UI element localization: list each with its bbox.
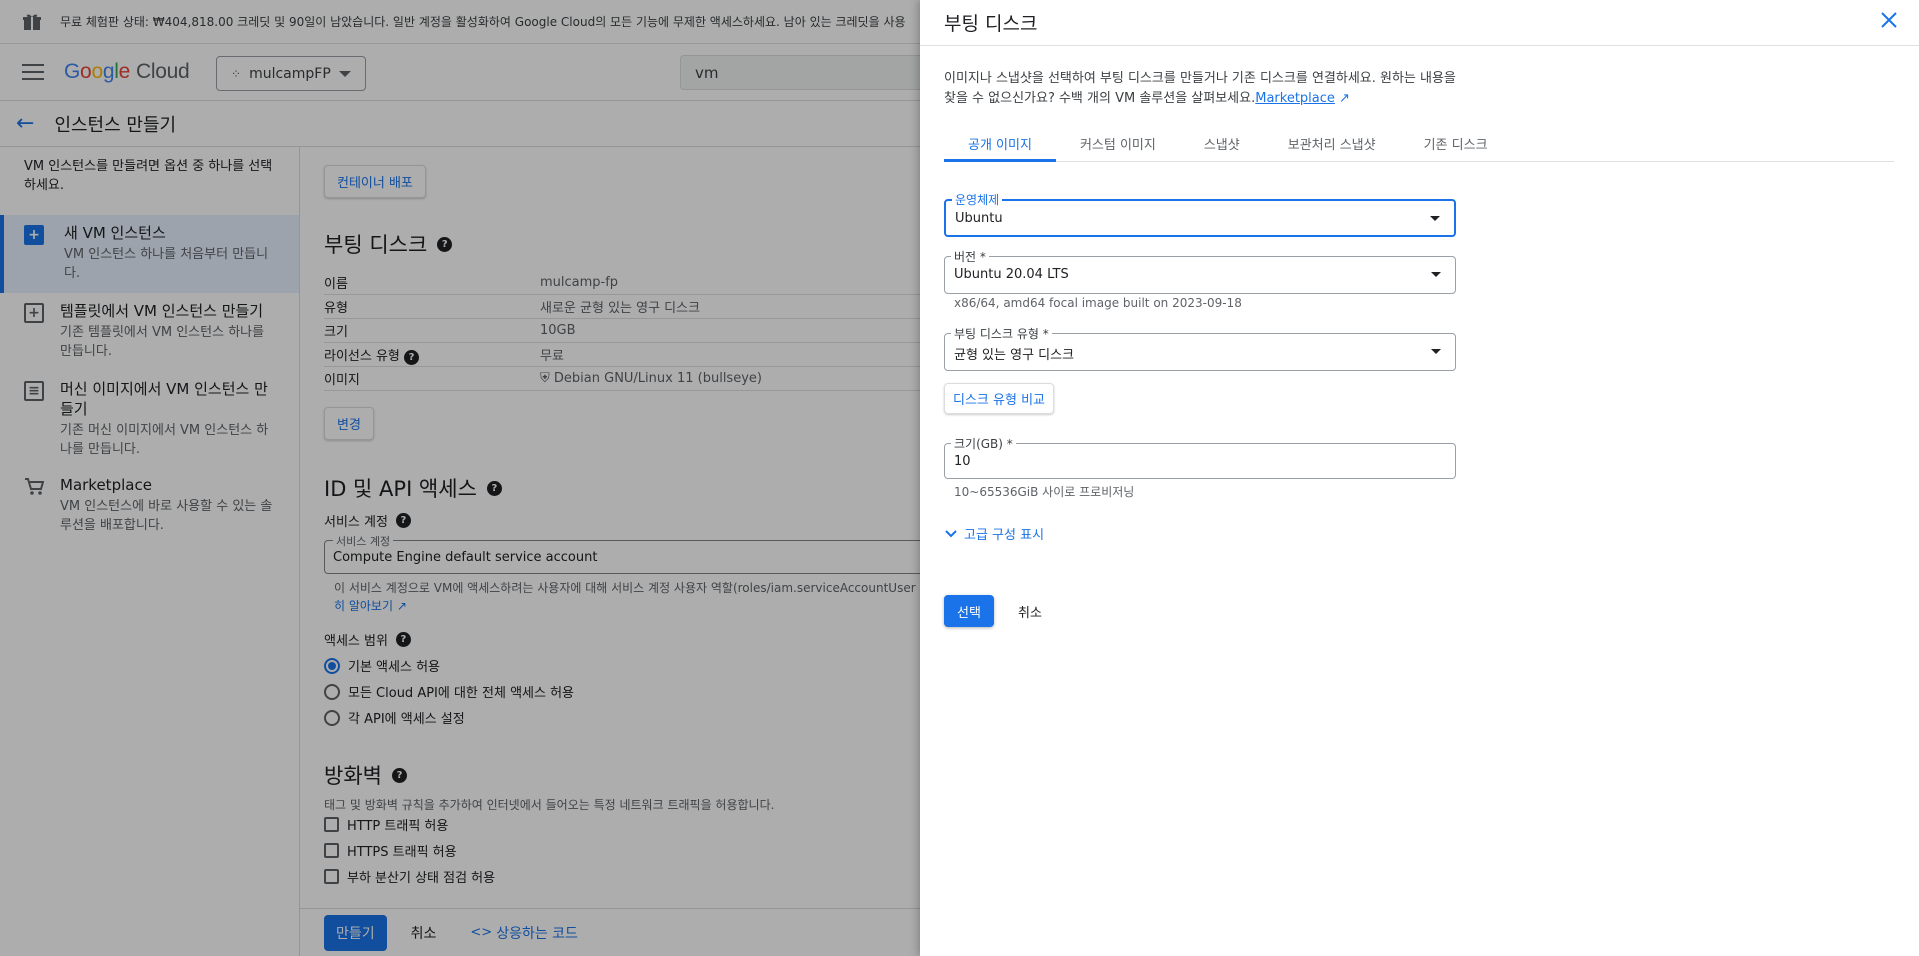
panel-header: 부팅 디스크	[920, 0, 1919, 46]
dropdown-arrow-icon	[1431, 349, 1441, 354]
panel-description: 이미지나 스냅샷을 선택하여 부팅 디스크를 만들거나 기존 디스크를 연결하세…	[944, 71, 1456, 106]
cancel-button[interactable]: 취소	[1018, 602, 1042, 621]
close-icon[interactable]	[1877, 8, 1901, 32]
marketplace-link[interactable]: Marketplace	[1255, 91, 1335, 106]
size-hint: 10~65536GiB 사이로 프로비저닝	[954, 485, 1135, 499]
version-select[interactable]: 버전 * Ubuntu 20.04 LTS	[944, 248, 1456, 294]
chevron-down-icon	[945, 529, 957, 537]
tab-public-images[interactable]: 공개 이미지	[944, 128, 1056, 162]
dropdown-arrow-icon	[1431, 272, 1441, 277]
size-input[interactable]: 크기(GB) * 10	[944, 435, 1456, 479]
show-advanced-config[interactable]: 고급 구성 표시	[944, 524, 1044, 543]
select-button[interactable]: 선택	[944, 595, 994, 627]
compare-disk-types-button[interactable]: 디스크 유형 비교	[944, 383, 1054, 414]
dropdown-arrow-icon	[1430, 216, 1440, 221]
os-select[interactable]: 운영체제 Ubuntu	[944, 191, 1456, 237]
tab-custom-images[interactable]: 커스텀 이미지	[1056, 128, 1180, 162]
boot-disk-panel: 부팅 디스크 이미지나 스냅샷을 선택하여 부팅 디스크를 만들거나 기존 디스…	[920, 0, 1919, 956]
image-source-tabs: 공개 이미지 커스텀 이미지 스냅샷 보관처리 스냅샷 기존 디스크	[944, 128, 1894, 162]
tab-snapshots[interactable]: 스냅샷	[1180, 128, 1264, 162]
disk-type-select[interactable]: 부팅 디스크 유형 * 균형 있는 영구 디스크	[944, 325, 1456, 371]
tab-existing-disks[interactable]: 기존 디스크	[1400, 128, 1512, 162]
tab-archive-snapshots[interactable]: 보관처리 스냅샷	[1264, 128, 1400, 162]
version-hint: x86/64, amd64 focal image built on 2023-…	[954, 296, 1242, 310]
external-link-icon: ↗	[1339, 91, 1350, 106]
panel-title: 부팅 디스크	[944, 13, 1038, 35]
